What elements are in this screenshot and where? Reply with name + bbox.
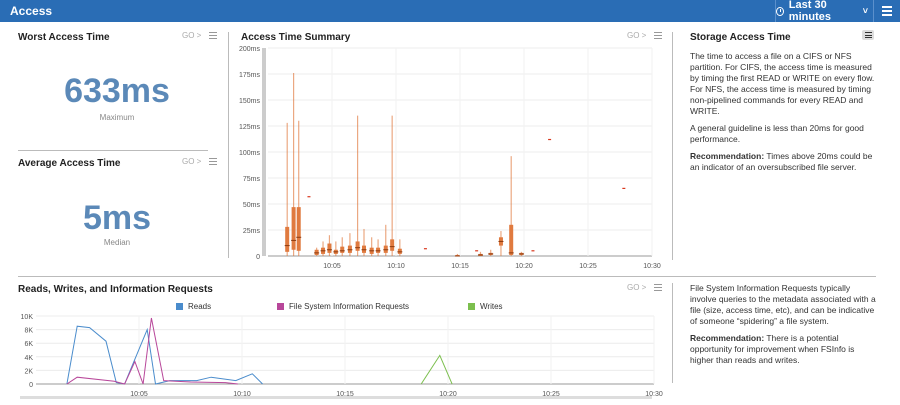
worst-menu-icon[interactable] — [209, 32, 218, 39]
column-divider — [228, 32, 229, 258]
worst-panel-controls: GO > — [182, 31, 218, 40]
requests-panel-controls: GO > — [627, 283, 663, 292]
time-range-label: Last 30 minutes — [788, 0, 831, 23]
y-tick-label: 150ms — [239, 98, 261, 105]
storage-recommendation: Recommendation: Times above 20ms could b… — [690, 151, 878, 173]
requests-go-link[interactable]: GO > — [627, 283, 646, 292]
y-tick-label: 8K — [24, 328, 33, 335]
y-tick-label: 0 — [29, 382, 33, 389]
section-divider — [18, 276, 876, 277]
average-menu-icon[interactable] — [209, 158, 218, 165]
requests-menu-icon[interactable] — [654, 284, 663, 291]
menu-icon-bar — [882, 6, 892, 8]
y-tick-label: 6K — [24, 341, 33, 348]
fsinfo-paragraph: File System Information Requests typical… — [690, 283, 876, 326]
average-panel-controls: GO > — [182, 157, 218, 166]
series-line-1 — [66, 325, 263, 385]
box-body — [327, 243, 332, 253]
summary-go-link[interactable]: GO > — [627, 31, 646, 40]
reads-swatch — [176, 303, 183, 310]
worst-go-link[interactable]: GO > — [182, 31, 201, 40]
summary-panel-controls: GO > — [627, 31, 663, 40]
requests-line-chart: 02K4K6K8K10K10:05 10:10 10:15 10:20 10:25 10:… — [20, 314, 663, 399]
access-time-box-chart: 0 25ms 50ms 75ms 100ms 125ms 150ms 175ms 200ms 10… — [239, 46, 661, 270]
box-body — [314, 249, 319, 255]
writes-swatch — [468, 303, 475, 310]
chevron-down-icon: ˅ — [862, 6, 868, 16]
recommendation-label: Recommendation: — [690, 333, 765, 343]
fsinfo-swatch — [277, 303, 284, 310]
storage-description: The time to access a file on a CIFS or N… — [690, 51, 878, 179]
series-line-3 — [420, 354, 453, 385]
y-tick-label: 50ms — [243, 202, 261, 209]
y-tick-label: 125ms — [239, 124, 261, 131]
worst-access-title: Worst Access Time — [18, 32, 110, 43]
menu-icon-bar — [882, 14, 892, 16]
y-tick-label: 25ms — [243, 228, 261, 235]
page-title: Access — [10, 4, 53, 18]
box-body — [285, 226, 290, 252]
x-tick-label: 10:30 — [643, 263, 661, 270]
column-divider — [672, 32, 673, 260]
menu-icon-bar — [882, 10, 892, 12]
panel-divider — [18, 150, 208, 151]
column-divider — [672, 283, 673, 383]
series-line-2 — [66, 317, 238, 385]
x-tick-label: 10:10 — [387, 263, 405, 270]
x-tick-label: 10:25 — [579, 263, 597, 270]
storage-guideline: A general guideline is less than 20ms fo… — [690, 123, 864, 144]
box-body — [296, 207, 301, 251]
x-tick-label: 10:20 — [515, 263, 533, 270]
box-body — [347, 245, 352, 253]
x-tick-label: 10:15 — [451, 263, 469, 270]
average-access-value: 5ms — [82, 199, 152, 237]
box-body — [390, 239, 395, 251]
box-body — [355, 241, 360, 251]
average-access-title: Average Access Time — [18, 158, 121, 169]
box-body — [397, 248, 402, 254]
requests-title: Reads, Writes, and Information Requests — [18, 284, 213, 295]
y-tick-label: 100ms — [239, 150, 261, 157]
time-range-selector[interactable]: Last 30 minutes ˅ — [775, 0, 868, 23]
worst-access-value: 633ms — [64, 72, 170, 110]
top-bar: Access Last 30 minutes ˅ — [0, 0, 900, 23]
summary-menu-icon[interactable] — [654, 32, 663, 39]
recommendation-label: Recommendation: — [690, 151, 765, 161]
y-tick-label: 75ms — [243, 176, 261, 183]
y-tick-label: 175ms — [239, 72, 261, 79]
storage-title: Storage Access Time — [690, 32, 791, 43]
y-tick-label: 2K — [24, 368, 33, 375]
average-access-label: Median — [103, 238, 131, 247]
box-body — [383, 245, 388, 253]
fsinfo-recommendation: Recommendation: There is a potential opp… — [690, 333, 878, 366]
box-body — [509, 224, 514, 255]
main-menu-button[interactable] — [873, 0, 900, 22]
x-scrollbar — [20, 396, 652, 399]
y-tick-label: 0 — [256, 254, 260, 261]
clock-icon — [776, 6, 784, 16]
box-body — [376, 247, 381, 253]
average-go-link[interactable]: GO > — [182, 157, 201, 166]
storage-menu-icon[interactable] — [862, 30, 874, 40]
y-scrollbar — [262, 48, 266, 256]
y-tick-label: 10K — [21, 314, 34, 321]
y-tick-label: 4K — [24, 355, 33, 362]
box-body — [340, 246, 345, 253]
y-tick-label: 200ms — [239, 46, 261, 53]
fsinfo-description: File System Information Requests typical… — [690, 283, 878, 372]
box-body — [362, 245, 366, 253]
box-body — [291, 207, 296, 250]
x-tick-label: 10:05 — [323, 263, 341, 270]
worst-access-label: Maximum — [99, 113, 135, 122]
storage-paragraph: The time to access a file on a CIFS or N… — [690, 51, 875, 116]
